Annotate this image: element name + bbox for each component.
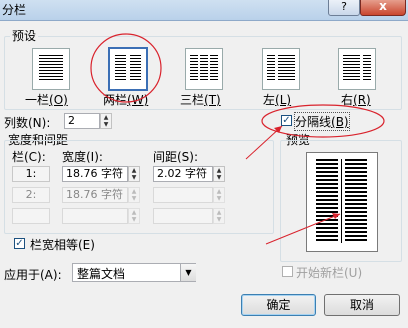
width-input-1[interactable]: 18.76 字符 [62, 166, 128, 182]
ok-button[interactable]: 确定 [241, 294, 316, 316]
window-title: 分栏 [2, 3, 27, 17]
columns-spinner[interactable]: ▲ ▼ [100, 113, 112, 129]
left-icon-narrow [267, 55, 275, 82]
width-header: 宽度(I): [62, 148, 103, 165]
right-icon-wide [343, 55, 360, 82]
preset-left[interactable] [262, 48, 300, 90]
preset-three-columns[interactable] [185, 48, 223, 90]
cancel-button[interactable]: 取消 [324, 294, 400, 316]
apply-to-label: 应用于(A): [4, 268, 62, 282]
preview-column-right [345, 159, 367, 243]
spacing-input-1[interactable]: 2.02 字符 [153, 166, 213, 182]
line-between-checkbox[interactable]: ✓ [281, 115, 292, 126]
col-number-2: 2: [12, 187, 50, 203]
preset-one-column-label: 一栏(O) [25, 93, 68, 107]
presets-title: 预设 [10, 27, 39, 44]
preview-column-left [316, 159, 338, 243]
columns-label: 列数(N): [4, 116, 51, 130]
preset-left-label: 左(L) [263, 93, 292, 107]
left-icon-wide [278, 55, 295, 82]
spacing-spinner-3: ▲ ▼ [213, 208, 225, 224]
two-columns-icon-left [115, 55, 126, 82]
preset-two-columns-label: 两栏(W) [103, 93, 149, 107]
preset-right[interactable] [338, 48, 376, 90]
spacing-input-2 [153, 187, 213, 203]
two-columns-icon-right [130, 55, 141, 82]
help-button[interactable]: ? [328, 0, 360, 16]
annotation-arrowhead-1 [274, 126, 282, 133]
col-number-3 [12, 208, 50, 224]
width-spinner-2: ▲ ▼ [128, 187, 140, 203]
one-column-icon [39, 55, 63, 82]
spacing-spinner-1[interactable]: ▲ ▼ [213, 166, 225, 182]
width-spinner-1[interactable]: ▲ ▼ [128, 166, 140, 182]
apply-to-select[interactable]: 整篇文档 ▼ [72, 263, 196, 282]
equal-width-label: 栏宽相等(E) [30, 238, 95, 252]
spacing-input-3 [153, 208, 213, 224]
spacing-spinner-2: ▲ ▼ [213, 187, 225, 203]
apply-to-value: 整篇文档 [77, 267, 126, 281]
three-columns-icon-c [210, 55, 218, 82]
preview-page [306, 152, 378, 252]
width-spinner-3: ▲ ▼ [128, 208, 140, 224]
preset-two-columns[interactable] [108, 47, 148, 91]
right-icon-narrow [363, 55, 371, 82]
line-between-label: 分隔线(B) [294, 112, 350, 131]
width-input-3 [62, 208, 128, 224]
three-columns-icon-b [200, 55, 208, 82]
preset-one-column[interactable] [32, 48, 70, 90]
preset-right-label: 右(R) [341, 93, 371, 107]
columns-input[interactable]: 2 [64, 113, 100, 129]
close-button[interactable]: x [360, 0, 406, 16]
width-input-2: 18.76 字符 [62, 187, 128, 203]
new-column-label: 开始新栏(U) [296, 266, 363, 280]
chevron-down-icon[interactable]: ▼ [180, 264, 196, 281]
col-header: 栏(C): [12, 148, 46, 165]
preview-separator-line [341, 159, 342, 243]
new-column-checkbox [282, 266, 293, 277]
preset-three-columns-label: 三栏(T) [180, 93, 221, 107]
equal-width-checkbox[interactable]: ✓ [14, 238, 25, 249]
col-number-1: 1: [12, 166, 50, 182]
three-columns-icon-a [190, 55, 198, 82]
spacing-header: 间距(S): [153, 148, 199, 165]
